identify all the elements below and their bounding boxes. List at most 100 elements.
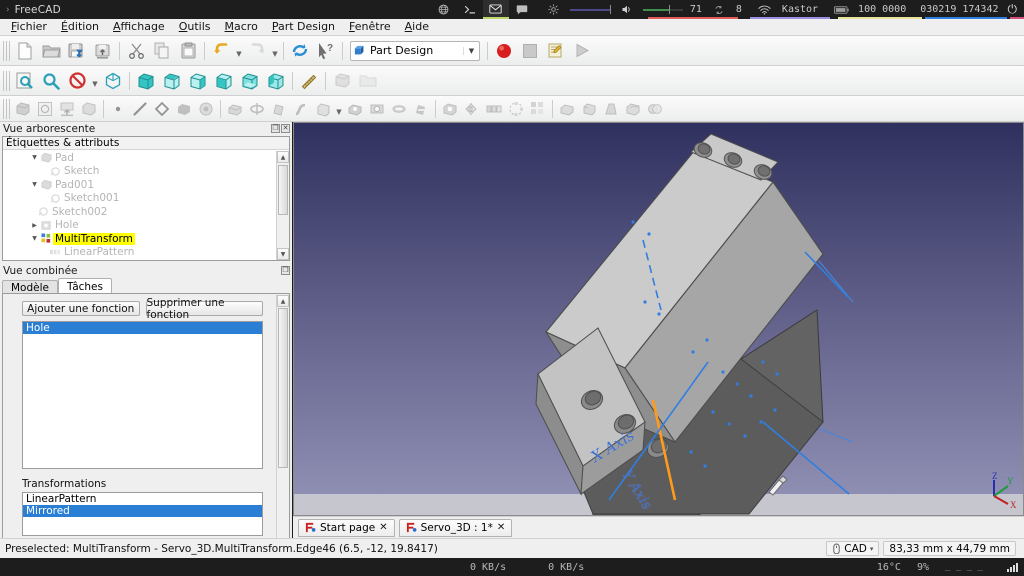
front-view-icon[interactable] — [133, 69, 159, 93]
toolbar-grip[interactable] — [3, 98, 10, 119]
tab-close-icon[interactable]: ✕ — [497, 522, 505, 533]
scrollbar-thumb[interactable] — [278, 308, 288, 468]
draw-style-dropdown-icon[interactable]: ▼ — [90, 69, 100, 93]
tree-vertical-scrollbar[interactable]: ▲ ▼ — [276, 151, 289, 260]
twisty-right-icon[interactable]: ▶ — [29, 222, 40, 229]
boolean-icon[interactable] — [644, 98, 666, 120]
menu-fenetre[interactable]: Fenêtre — [342, 19, 398, 35]
tree-item-mirrored[interactable]: Mirrored — [3, 259, 276, 261]
bottom-view-icon[interactable] — [237, 69, 263, 93]
save-document-icon[interactable] — [64, 39, 90, 63]
additive-dropdown-icon[interactable]: ▼ — [334, 97, 344, 121]
additive-pipe-icon[interactable] — [290, 98, 312, 120]
feature-list[interactable]: Hole — [22, 321, 263, 469]
tab-servo-3d[interactable]: Servo_3D : 1* ✕ — [398, 518, 513, 537]
point-icon[interactable] — [107, 98, 129, 120]
task-panel-scrollbar[interactable]: ▲ ▼ — [276, 295, 289, 576]
measure-icon[interactable] — [296, 69, 322, 93]
pad-icon[interactable] — [224, 98, 246, 120]
open-document-icon[interactable] — [38, 39, 64, 63]
linear-pattern-icon[interactable] — [483, 98, 505, 120]
fit-all-icon[interactable] — [12, 69, 38, 93]
tree-panel-float-icon[interactable]: ❐ — [271, 124, 280, 133]
menu-fichier[interactable]: FFichierichier — [4, 19, 54, 35]
twisty-down-icon[interactable]: ▼ — [29, 154, 40, 161]
tree-column-header[interactable]: Étiquettes & attributs — [3, 137, 289, 150]
power-icon[interactable]: ⏻ — [1003, 2, 1024, 17]
axonometric-icon[interactable] — [100, 69, 126, 93]
scrollbar-thumb[interactable] — [278, 165, 288, 215]
groove-icon[interactable] — [388, 98, 410, 120]
macro-record-icon[interactable] — [491, 39, 517, 63]
datum-plane-icon[interactable] — [78, 98, 100, 120]
add-feature-button[interactable]: Ajouter une fonction — [22, 301, 140, 316]
sketch-icon[interactable] — [34, 98, 56, 120]
workbench-selector[interactable]: Part Design ▼ — [350, 40, 480, 61]
tree-item-sketch002[interactable]: Sketch002 — [3, 205, 276, 219]
macro-edit-icon[interactable] — [543, 39, 569, 63]
tab-close-icon[interactable]: ✕ — [379, 522, 387, 533]
draft-icon[interactable] — [600, 98, 622, 120]
line-icon[interactable] — [129, 98, 151, 120]
menu-aide[interactable]: Aide — [398, 19, 436, 35]
redo-icon[interactable] — [244, 39, 270, 63]
additive-loft-icon[interactable] — [268, 98, 290, 120]
undo-icon[interactable] — [208, 39, 234, 63]
multitransform-icon[interactable] — [527, 98, 549, 120]
toolbar-grip[interactable] — [3, 70, 10, 91]
chevron-down-icon[interactable]: ▾ — [870, 545, 874, 553]
polygon-icon[interactable] — [151, 98, 173, 120]
tree-item-sketch[interactable]: Sketch — [3, 165, 276, 179]
combined-view-float-icon[interactable]: ❐ — [281, 266, 290, 275]
polar-pattern-icon[interactable] — [505, 98, 527, 120]
tree-item-sketch001[interactable]: Sketch001 — [3, 192, 276, 206]
copy-icon[interactable] — [149, 39, 175, 63]
draw-style-icon[interactable] — [64, 69, 90, 93]
clone-icon[interactable] — [195, 98, 217, 120]
volume-slider[interactable] — [642, 5, 683, 14]
subtractive-pipe-icon[interactable] — [439, 98, 461, 120]
3d-viewport[interactable]: X Axis Y Axis Z Y X — [293, 122, 1024, 516]
tab-start-page[interactable]: Start page ✕ — [298, 518, 395, 537]
tree-item-linearpattern[interactable]: LinearPattern — [3, 246, 276, 260]
chamfer-icon[interactable] — [578, 98, 600, 120]
left-view-icon[interactable] — [263, 69, 289, 93]
menu-edition[interactable]: Édition — [54, 19, 106, 35]
menu-part-design[interactable]: Part Design — [265, 19, 342, 35]
tab-modele[interactable]: Modèle — [2, 280, 58, 294]
tree-body[interactable]: ▼ Pad Sketch ▼ Pad001 Sketch001 Sketch00… — [3, 151, 276, 260]
tab-taches[interactable]: Tâches — [58, 278, 112, 294]
list-item[interactable]: LinearPattern — [23, 493, 262, 505]
tree-item-multitransform[interactable]: ▼ MultiTransform — [3, 232, 276, 246]
paste-icon[interactable] — [175, 39, 201, 63]
refresh-icon[interactable] — [287, 39, 313, 63]
mirrored-icon[interactable] — [461, 98, 483, 120]
scroll-down-icon[interactable]: ▼ — [277, 248, 289, 260]
body-icon[interactable] — [12, 98, 34, 120]
fit-selection-icon[interactable] — [38, 69, 64, 93]
cut-icon[interactable] — [123, 39, 149, 63]
subtractive-loft-icon[interactable] — [410, 98, 432, 120]
workbench-caret-icon[interactable]: ▼ — [463, 46, 479, 55]
navigation-style-selector[interactable]: CAD ▾ — [826, 541, 880, 556]
scroll-up-icon[interactable]: ▲ — [277, 295, 289, 307]
hole-icon[interactable] — [366, 98, 388, 120]
tree-item-pad001[interactable]: ▼ Pad001 — [3, 178, 276, 192]
revolution-icon[interactable] — [246, 98, 268, 120]
list-item[interactable]: Hole — [23, 322, 262, 334]
macro-execute-icon[interactable] — [569, 39, 595, 63]
top-view-icon[interactable] — [159, 69, 185, 93]
menu-affichage[interactable]: Affichage — [106, 19, 172, 35]
attach-sketch-icon[interactable] — [56, 98, 78, 120]
new-document-icon[interactable] — [12, 39, 38, 63]
tree-panel-close-icon[interactable]: ✕ — [281, 124, 290, 133]
twisty-down-icon[interactable]: ▼ — [29, 181, 40, 188]
menu-macro[interactable]: Macro — [218, 19, 265, 35]
menu-outils[interactable]: Outils — [172, 19, 218, 35]
tree-item-pad[interactable]: ▼ Pad — [3, 151, 276, 165]
list-item[interactable]: Mirrored — [23, 505, 262, 517]
scroll-up-icon[interactable]: ▲ — [277, 151, 289, 163]
thickness-icon[interactable] — [622, 98, 644, 120]
transformations-list[interactable]: LinearPattern Mirrored — [22, 492, 263, 536]
brightness-slider[interactable] — [569, 5, 611, 14]
